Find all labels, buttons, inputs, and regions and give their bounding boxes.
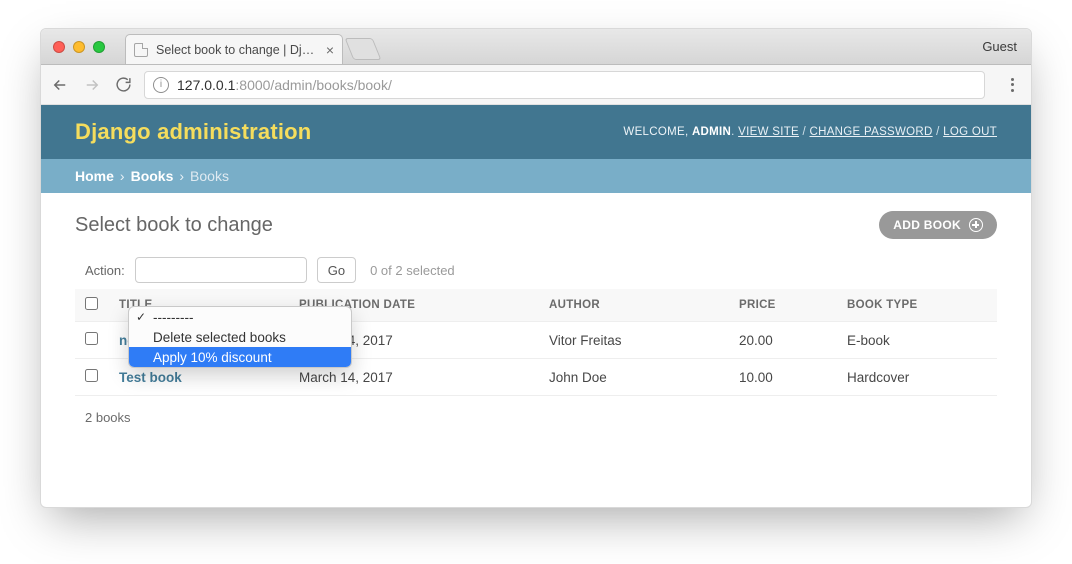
window-controls <box>53 41 105 53</box>
row-checkbox[interactable] <box>85 369 98 382</box>
address-bar: i 127.0.0.1:8000/admin/books/book/ <box>41 65 1031 105</box>
site-info-icon[interactable]: i <box>153 77 169 93</box>
site-brand: Django administration <box>75 119 311 145</box>
select-all-checkbox[interactable] <box>85 297 98 310</box>
breadcrumb-home[interactable]: Home <box>75 168 114 184</box>
cell-book-type: E-book <box>837 322 997 359</box>
add-book-button[interactable]: ADD BOOK <box>879 211 997 239</box>
breadcrumb-current: Books <box>190 168 229 184</box>
new-tab-button[interactable] <box>345 38 382 60</box>
breadcrumb: Home › Books › Books <box>41 159 1031 193</box>
plus-icon <box>969 218 983 232</box>
back-icon[interactable] <box>51 76 69 94</box>
reload-icon[interactable] <box>115 76 132 93</box>
minimize-icon[interactable] <box>73 41 85 53</box>
page-icon <box>134 43 148 57</box>
cell-price: 10.00 <box>729 359 837 396</box>
maximize-icon[interactable] <box>93 41 105 53</box>
tab-close-icon[interactable]: × <box>326 42 334 58</box>
cell-price: 20.00 <box>729 322 837 359</box>
page-title: Select book to change <box>75 214 273 237</box>
bulk-action-row: Action: Go 0 of 2 selected <box>85 257 997 283</box>
add-book-label: ADD BOOK <box>893 218 961 232</box>
action-label: Action: <box>85 263 125 278</box>
forward-icon <box>83 76 101 94</box>
result-summary: 2 books <box>75 396 997 439</box>
cell-book-type: Hardcover <box>837 359 997 396</box>
profile-label[interactable]: Guest <box>982 39 1017 54</box>
tab-bar: Select book to change | Django × Guest <box>41 29 1031 65</box>
action-dropdown[interactable]: --------- Delete selected books Apply 10… <box>128 306 352 368</box>
col-price[interactable]: PRICE <box>729 289 837 322</box>
selection-count: 0 of 2 selected <box>370 263 455 278</box>
username: ADMIN <box>692 126 731 138</box>
col-author[interactable]: AUTHOR <box>539 289 729 322</box>
col-book-type[interactable]: BOOK TYPE <box>837 289 997 322</box>
action-select[interactable] <box>135 257 307 283</box>
log-out-link[interactable]: LOG OUT <box>943 126 997 138</box>
action-option-delete[interactable]: Delete selected books <box>129 327 351 347</box>
action-option-placeholder[interactable]: --------- <box>129 307 351 327</box>
browser-tab[interactable]: Select book to change | Django × <box>125 34 343 64</box>
view-site-link[interactable]: VIEW SITE <box>738 126 799 138</box>
tab-title: Select book to change | Django <box>156 43 318 57</box>
cell-author: Vitor Freitas <box>539 322 729 359</box>
django-header: Django administration WELCOME, ADMIN. VI… <box>41 105 1031 159</box>
address-text: 127.0.0.1:8000/admin/books/book/ <box>177 77 392 93</box>
go-button[interactable]: Go <box>317 257 356 283</box>
user-links: WELCOME, ADMIN. VIEW SITE / CHANGE PASSW… <box>623 126 997 138</box>
browser-window: Select book to change | Django × Guest i <box>40 28 1032 508</box>
row-checkbox[interactable] <box>85 332 98 345</box>
book-title-link[interactable]: Test book <box>119 370 182 385</box>
close-icon[interactable] <box>53 41 65 53</box>
breadcrumb-parent[interactable]: Books <box>131 168 174 184</box>
cell-author: John Doe <box>539 359 729 396</box>
change-password-link[interactable]: CHANGE PASSWORD <box>810 126 933 138</box>
action-option-discount[interactable]: Apply 10% discount <box>129 347 351 367</box>
address-input[interactable]: i 127.0.0.1:8000/admin/books/book/ <box>144 71 985 99</box>
browser-menu-icon[interactable] <box>1003 78 1021 92</box>
